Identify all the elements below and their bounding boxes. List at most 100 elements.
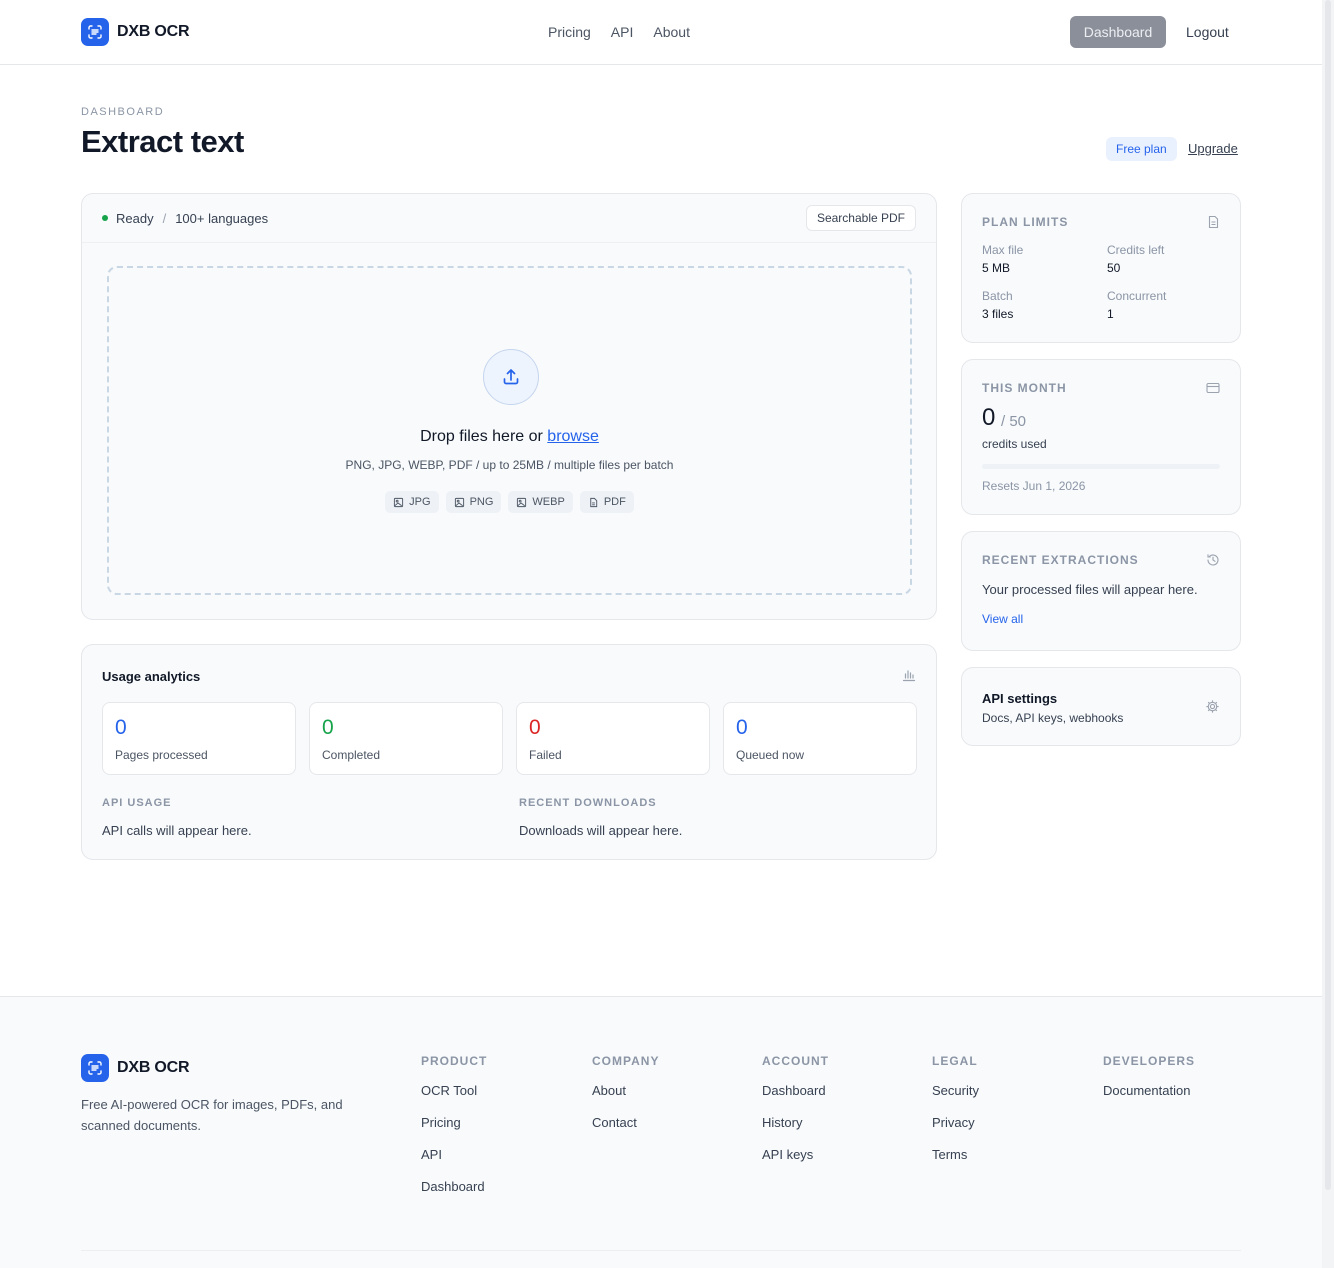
status-dot-icon — [102, 215, 108, 221]
top-navbar: DXB OCR Pricing API About Dashboard Logo… — [0, 0, 1322, 65]
document-icon — [1207, 215, 1220, 234]
footer-description: Free AI-powered OCR for images, PDFs, an… — [81, 1097, 343, 1133]
stat-queued-now: 0 Queued now — [723, 702, 917, 775]
searchable-pdf-button[interactable]: Searchable PDF — [805, 205, 916, 231]
drop-text: Drop files here or — [420, 428, 548, 445]
api-settings-subtitle: Docs, API keys, webhooks — [982, 711, 1124, 725]
format-chips: JPG PNG WEBP PDF — [109, 491, 910, 513]
stat-completed: 0 Completed — [309, 702, 503, 775]
footer-column-heading: LEGAL — [932, 1054, 978, 1068]
image-icon — [394, 497, 404, 507]
format-chip-pdf: PDF — [579, 491, 634, 513]
stats-row: 0 Pages processed 0 Completed 0 Failed 0… — [102, 702, 917, 775]
footer-link-api-keys[interactable]: API keys — [762, 1146, 829, 1178]
recent-extractions-card: RECENT EXTRACTIONS Your processed files … — [961, 531, 1241, 651]
footer-column-heading: COMPANY — [592, 1054, 660, 1068]
brand-logo-link[interactable]: DXB OCR — [81, 18, 190, 46]
stat-label: Pages processed — [115, 748, 208, 762]
api-usage-heading: API USAGE — [102, 797, 172, 809]
stat-pages-processed: 0 Pages processed — [102, 702, 296, 775]
brand-name: DXB OCR — [117, 23, 190, 40]
format-chip-jpg: JPG — [385, 491, 439, 513]
plan-limits-card: PLAN LIMITS Max file 5 MB Credits left 5… — [961, 193, 1241, 343]
credits-left-label: Credits left — [1107, 243, 1165, 257]
page-scrollbar[interactable] — [1322, 0, 1334, 1268]
image-icon — [517, 497, 527, 507]
footer-link-ocr-tool[interactable]: OCR Tool — [421, 1082, 487, 1114]
status-text: Ready — [116, 211, 154, 226]
nav-link-api[interactable]: API — [611, 24, 634, 40]
footer-divider — [81, 1250, 1241, 1251]
nav-link-pricing[interactable]: Pricing — [548, 24, 591, 40]
footer-column-account: ACCOUNT Dashboard History API keys — [762, 1054, 829, 1178]
footer-link-contact[interactable]: Contact — [592, 1114, 659, 1146]
stat-value: 0 — [529, 716, 541, 739]
resets-date: Resets Jun 1, 2026 — [982, 479, 1086, 493]
batch-value: 3 files — [982, 307, 1014, 321]
footer-link-about[interactable]: About — [592, 1082, 659, 1114]
status-separator: / — [162, 211, 167, 226]
footer-link-documentation[interactable]: Documentation — [1103, 1082, 1195, 1114]
upgrade-link[interactable]: Upgrade — [1188, 141, 1238, 156]
footer-column-heading: ACCOUNT — [762, 1054, 829, 1068]
concurrent-value: 1 — [1107, 307, 1114, 321]
history-icon — [1206, 553, 1220, 572]
plan-badge: Free plan — [1106, 137, 1177, 161]
status-line: Ready / 100+ languages — [116, 211, 268, 226]
view-all-link[interactable]: View all — [982, 612, 1023, 626]
bar-chart-icon — [902, 668, 916, 687]
stat-value: 0 — [115, 716, 127, 739]
footer-brand-name: DXB OCR — [117, 1059, 190, 1076]
footer-column-heading: PRODUCT — [421, 1054, 488, 1068]
footer-brand[interactable]: DXB OCR — [81, 1054, 190, 1082]
formats-hint: PNG, JPG, WEBP, PDF / up to 25MB / multi… — [345, 458, 674, 472]
format-chip-label: PDF — [603, 496, 626, 508]
api-usage-empty: API calls will appear here. — [102, 823, 252, 838]
page-eyebrow: DASHBOARD — [81, 106, 165, 118]
format-chip-png: PNG — [445, 491, 502, 513]
file-dropzone[interactable]: Drop files here or browse PNG, JPG, WEBP… — [107, 266, 912, 595]
footer-link-privacy[interactable]: Privacy — [932, 1114, 979, 1146]
stat-label: Completed — [322, 748, 381, 762]
recent-downloads-heading: RECENT DOWNLOADS — [519, 797, 657, 809]
footer-link-dashboard[interactable]: Dashboard — [421, 1178, 487, 1210]
batch-label: Batch — [982, 289, 1013, 303]
api-settings-card[interactable]: API settings Docs, API keys, webhooks — [961, 667, 1241, 746]
upload-card-header: Ready / 100+ languages Searchable PDF — [82, 194, 936, 243]
nav-link-about[interactable]: About — [653, 24, 690, 40]
browse-link[interactable]: browse — [547, 428, 599, 445]
credits-total: / 50 — [1001, 413, 1027, 430]
footer-column-developers: DEVELOPERS Documentation — [1103, 1054, 1195, 1114]
stat-label: Queued now — [736, 748, 805, 762]
api-settings-title: API settings — [982, 691, 1058, 706]
logo-icon — [81, 1054, 109, 1082]
languages-text: 100+ languages — [175, 211, 269, 226]
format-chip-label: WEBP — [532, 496, 565, 508]
this-month-heading: THIS MONTH — [982, 381, 1067, 395]
credits-used-label: credits used — [982, 437, 1047, 451]
upload-icon[interactable] — [483, 349, 539, 405]
plan-limits-heading: PLAN LIMITS — [982, 215, 1069, 229]
footer-link-history[interactable]: History — [762, 1114, 829, 1146]
logout-link[interactable]: Logout — [1186, 24, 1229, 40]
scrollbar-thumb[interactable] — [1325, 0, 1331, 1190]
dashboard-button[interactable]: Dashboard — [1070, 16, 1166, 48]
logo-icon — [81, 18, 109, 46]
gear-icon[interactable] — [1205, 699, 1220, 719]
document-icon — [590, 497, 597, 507]
footer-link-terms[interactable]: Terms — [932, 1146, 979, 1178]
format-chip-label: PNG — [469, 496, 494, 508]
image-icon — [454, 497, 464, 507]
credits-left-value: 50 — [1107, 261, 1121, 275]
page: DXB OCR Pricing API About Dashboard Logo… — [0, 0, 1322, 1268]
max-file-label: Max file — [982, 243, 1024, 257]
footer-link-api[interactable]: API — [421, 1146, 487, 1178]
footer-link-security[interactable]: Security — [932, 1082, 979, 1114]
main-nav: Pricing API About — [548, 24, 690, 40]
footer: DXB OCR Free AI-powered OCR for images, … — [0, 996, 1322, 1268]
footer-link-dashboard[interactable]: Dashboard — [762, 1082, 829, 1114]
footer-column-heading: DEVELOPERS — [1103, 1054, 1196, 1068]
stat-label: Failed — [529, 748, 562, 762]
stat-value: 0 — [736, 716, 748, 739]
footer-link-pricing[interactable]: Pricing — [421, 1114, 487, 1146]
